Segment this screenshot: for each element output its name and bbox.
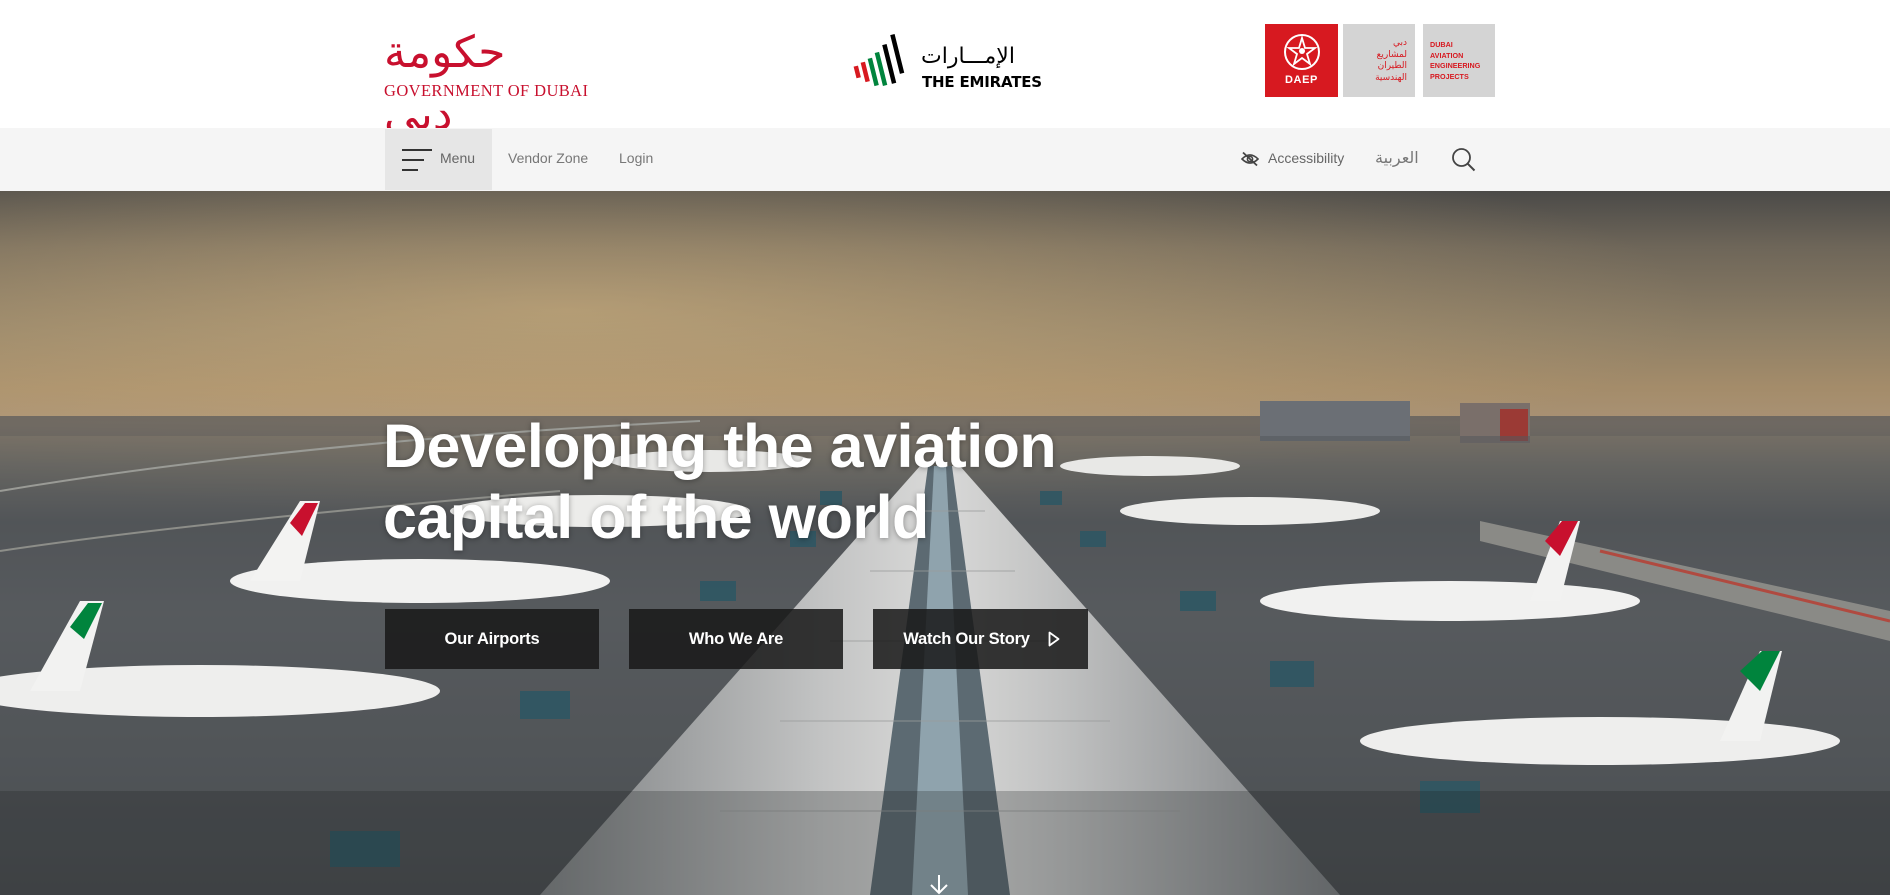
- the-emirates-logo[interactable]: الإمـــارات THE EMIRATES: [851, 30, 1042, 94]
- daep-abbr: DAEP: [1285, 74, 1318, 86]
- daep-english-text: DUBAI AVIATION ENGINEERING PROJECTS: [1423, 24, 1495, 97]
- emirates-logo-text: THE EMIRATES: [922, 73, 1042, 91]
- daep-english-line: PROJECTS: [1430, 71, 1469, 81]
- logo-header: حكومة دبي GOVERNMENT OF DUBAI الإمـــارا…: [0, 0, 1890, 140]
- daep-arabic-line: الهندسية: [1375, 72, 1407, 83]
- daep-english-line: ENGINEERING: [1430, 61, 1481, 70]
- eye-slash-icon: [1241, 151, 1259, 167]
- watch-our-story-label: Watch Our Story: [903, 630, 1030, 648]
- daep-english-line: DUBAI: [1430, 40, 1453, 49]
- our-airports-button[interactable]: Our Airports: [385, 609, 599, 669]
- accessibility-button[interactable]: Accessibility: [1241, 150, 1344, 167]
- gov-logo-text: GOVERNMENT OF DUBAI: [384, 81, 589, 100]
- search-icon[interactable]: [1451, 147, 1476, 172]
- emirates-bars-icon: [853, 33, 905, 87]
- who-we-are-button[interactable]: Who We Are: [629, 609, 843, 669]
- daep-star-icon: [1284, 34, 1320, 70]
- play-icon: [1048, 631, 1060, 647]
- watch-our-story-button[interactable]: Watch Our Story: [873, 609, 1088, 669]
- daep-arabic-line: الطيران: [1377, 61, 1407, 71]
- nav-link-login[interactable]: Login: [619, 150, 653, 166]
- menu-button[interactable]: Menu: [385, 129, 492, 190]
- hamburger-icon: [402, 149, 432, 171]
- arrow-down-icon[interactable]: [928, 873, 950, 895]
- government-of-dubai-logo[interactable]: حكومة دبي GOVERNMENT OF DUBAI: [384, 22, 589, 140]
- daep-english-line: AVIATION: [1430, 50, 1464, 60]
- emirates-logo-arabic: الإمـــارات: [921, 44, 1015, 69]
- daep-arabic-text: دبي لمشاريع الطيران الهندسية: [1343, 24, 1415, 97]
- hero-title-line: capital of the world: [383, 483, 929, 551]
- hero-title-line: Developing the aviation: [383, 412, 1057, 480]
- daep-arabic-line: دبي: [1392, 38, 1407, 48]
- hero-banner: Developing the aviation capital of the w…: [0, 191, 1890, 895]
- language-switch[interactable]: العربية: [1375, 148, 1419, 167]
- hero-title: Developing the aviation capital of the w…: [383, 411, 1083, 553]
- nav-link-vendor-zone[interactable]: Vendor Zone: [508, 150, 588, 166]
- daep-logo[interactable]: DAEP دبي لمشاريع الطيران الهندسية DUBAI …: [1265, 24, 1495, 97]
- daep-arabic-line: لمشاريع: [1376, 49, 1407, 60]
- menu-label: Menu: [440, 150, 476, 166]
- main-navbar: Menu: [0, 128, 1890, 191]
- daep-emblem: DAEP: [1265, 24, 1338, 97]
